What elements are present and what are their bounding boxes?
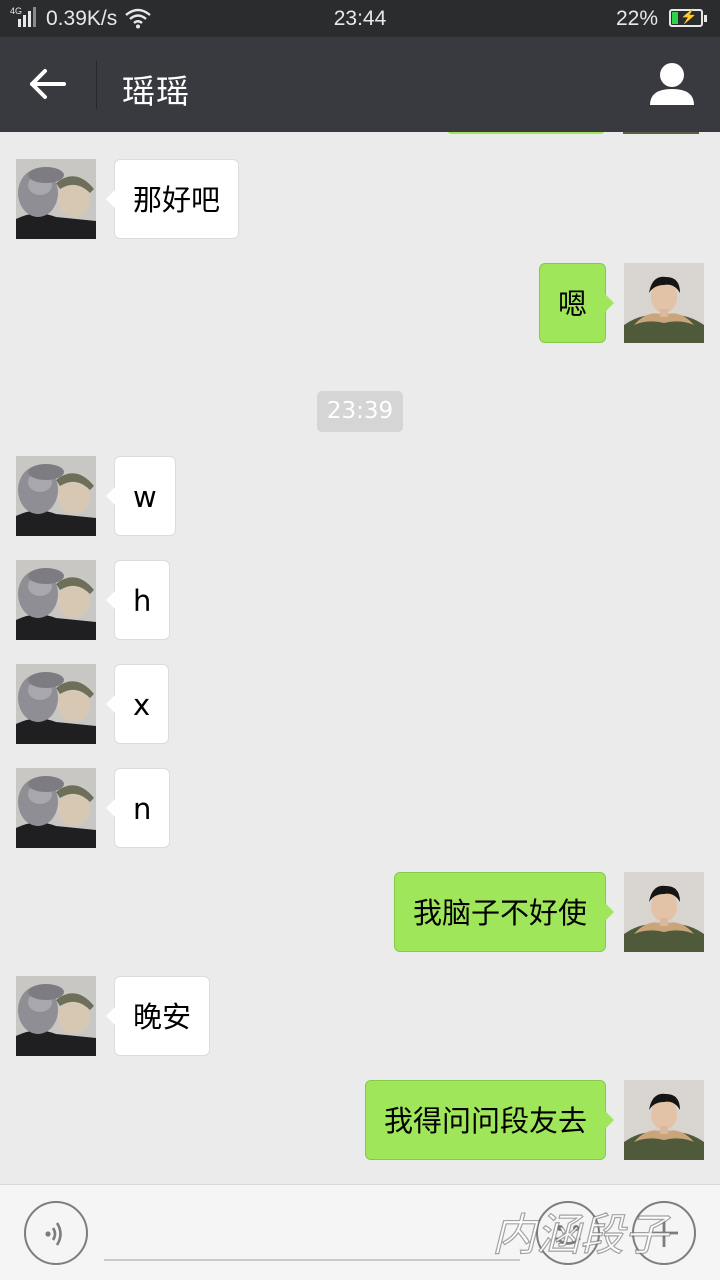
message-input[interactable]: [104, 1205, 520, 1261]
received-message: w: [0, 456, 720, 536]
message-bubble[interactable]: h: [105, 560, 171, 640]
message-bubble[interactable]: x: [105, 664, 170, 744]
sent-message: 我得问问段友去: [0, 1080, 720, 1160]
battery-icon: ⚡: [669, 8, 707, 27]
voice-button[interactable]: [24, 1201, 88, 1265]
clock: 23:44: [333, 7, 387, 30]
message-bubble[interactable]: 我得问问段友去: [364, 1080, 615, 1160]
message-bubble[interactable]: 那好吧: [105, 159, 240, 239]
profile-button[interactable]: [644, 59, 700, 111]
emoji-icon: [555, 1225, 581, 1245]
cut-off-message: [446, 132, 606, 134]
contact-avatar[interactable]: [16, 768, 96, 848]
my-avatar[interactable]: [624, 1080, 704, 1160]
battery-percent: 22%: [615, 7, 658, 30]
input-bar: [0, 1184, 720, 1280]
received-message: 那好吧: [0, 159, 720, 239]
message-bubble[interactable]: n: [105, 768, 171, 848]
contact-avatar[interactable]: [16, 976, 96, 1056]
message-bubble[interactable]: 晚安: [105, 976, 211, 1056]
cut-off-avatar: [623, 132, 699, 134]
person-icon: [650, 63, 694, 105]
header-divider: [96, 61, 97, 109]
plus-icon: [650, 1219, 678, 1247]
message-timestamp: 23:39: [317, 391, 403, 432]
contact-avatar[interactable]: [16, 159, 96, 239]
chat-header: 瑶瑶: [0, 37, 720, 132]
my-avatar[interactable]: [624, 263, 704, 343]
sent-message: 我脑子不好使: [0, 872, 720, 952]
received-message: h: [0, 560, 720, 640]
contact-avatar[interactable]: [16, 560, 96, 640]
contact-avatar[interactable]: [16, 664, 96, 744]
message-bubble[interactable]: 我脑子不好使: [393, 872, 615, 952]
my-avatar[interactable]: [624, 872, 704, 952]
message-bubble[interactable]: 嗯: [538, 263, 615, 343]
status-bar: 4G 0.39K/s 23:44 22% ⚡: [0, 0, 720, 37]
received-message: x: [0, 664, 720, 744]
received-message: n: [0, 768, 720, 848]
message-list[interactable]: 23:39 那好吧嗯 w h x n 我脑子不好使晚安我得问问段友去: [0, 132, 720, 1184]
back-button[interactable]: [18, 57, 78, 113]
emoji-button[interactable]: [536, 1201, 600, 1265]
message-bubble[interactable]: w: [106, 456, 176, 536]
sent-message: 嗯: [0, 263, 720, 343]
arrow-left-icon: [30, 69, 66, 99]
voice-icon: [45, 1222, 62, 1246]
battery-level: [672, 12, 678, 24]
charging-icon: ⚡: [680, 8, 698, 24]
more-button[interactable]: [632, 1201, 696, 1265]
contact-avatar[interactable]: [16, 456, 96, 536]
chat-title: 瑶瑶: [122, 72, 190, 111]
received-message: 晚安: [0, 976, 720, 1056]
